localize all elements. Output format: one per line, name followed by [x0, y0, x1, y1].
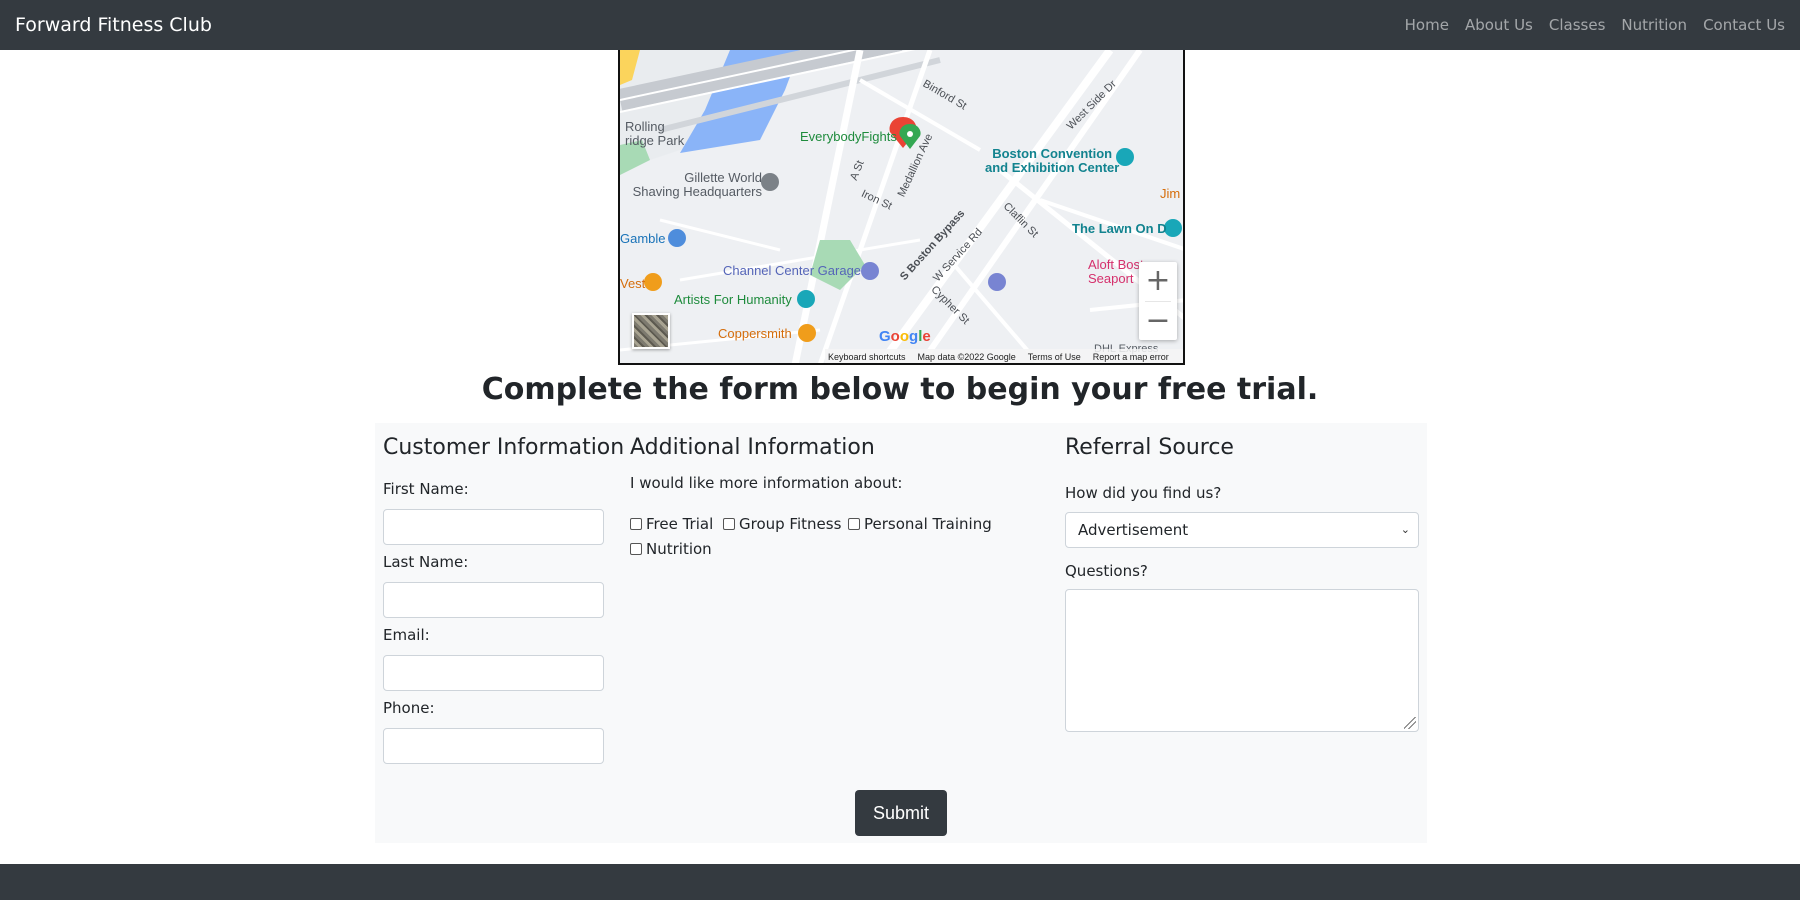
last-name-label: Last Name: [383, 553, 469, 571]
checkbox-box[interactable] [848, 518, 860, 530]
satellite-toggle-thumbnail[interactable] [632, 313, 670, 349]
map-zoom-control: + − [1139, 262, 1177, 340]
referral-source-column: Referral Source How did you find us? Adv… [1065, 423, 1420, 743]
checkbox-label: Group Fitness [739, 515, 842, 533]
email-label: Email: [383, 626, 430, 644]
additional-information-heading: Additional Information [630, 435, 875, 460]
keyboard-shortcuts-link[interactable]: Keyboard shortcuts [828, 352, 906, 362]
questions-label: Questions? [1065, 562, 1148, 580]
checkbox-label: Nutrition [646, 540, 712, 558]
map-label-west: Vest [620, 276, 646, 291]
customer-information-heading: Customer Information [383, 435, 625, 460]
map-label-coppersmith: Coppersmith [718, 326, 792, 341]
checkbox-nutrition[interactable]: Nutrition [630, 540, 712, 558]
brand-link[interactable]: Forward Fitness Club [15, 14, 212, 36]
map-label-channel-center-garage: Channel Center Garage [723, 263, 862, 278]
navbar: Forward Fitness Club Home About Us Class… [0, 0, 1800, 50]
nav-link-contact-us[interactable]: Contact Us [1703, 16, 1785, 34]
nav-link-home[interactable]: Home [1405, 16, 1449, 34]
nav-link-classes[interactable]: Classes [1549, 16, 1606, 34]
nav-link-nutrition[interactable]: Nutrition [1621, 16, 1687, 34]
footer [0, 864, 1800, 900]
how-did-you-find-us-label: How did you find us? [1065, 484, 1222, 502]
first-name-label: First Name: [383, 480, 469, 498]
google-map[interactable]: Rolling ridge Park EverybodyFights Gillet… [618, 50, 1185, 365]
report-map-error-link[interactable]: Report a map error [1093, 352, 1169, 362]
phone-label: Phone: [383, 699, 435, 717]
referral-source-heading: Referral Source [1065, 435, 1234, 460]
checkbox-personal-training[interactable]: Personal Training [848, 515, 992, 533]
referral-source-select[interactable]: Advertisement ⌄ [1065, 512, 1419, 548]
zoom-out-button[interactable]: − [1139, 302, 1177, 340]
free-trial-form: Customer Information First Name: Last Na… [375, 423, 1427, 843]
map-label-jimmy: Jim [1160, 186, 1181, 201]
nav-links: Home About Us Classes Nutrition Contact … [1405, 16, 1785, 34]
map-label-artists-for-humanity: Artists For Humanity [674, 292, 792, 307]
submit-button[interactable]: Submit [855, 790, 947, 836]
chevron-down-icon: ⌄ [1400, 523, 1410, 536]
checkbox-free-trial[interactable]: Free Trial [630, 515, 713, 533]
checkbox-group-fitness[interactable]: Group Fitness [723, 515, 841, 533]
google-logo: Google [879, 328, 931, 345]
map-label-the-lawn: The Lawn On D [1072, 221, 1167, 236]
referral-source-selected-value: Advertisement [1078, 521, 1189, 539]
last-name-input[interactable] [383, 582, 604, 618]
map-label-rolling-bridge-park: Rolling ridge Park [625, 119, 685, 148]
additional-information-column: Additional Information I would like more… [630, 423, 1030, 623]
map-label-boston-convention: Boston Convention and Exhibition Center [985, 146, 1120, 175]
page-headline: Complete the form below to begin your fr… [481, 372, 1319, 407]
customer-information-column: Customer Information First Name: Last Na… [383, 423, 624, 823]
email-input[interactable] [383, 655, 604, 691]
first-name-input[interactable] [383, 509, 604, 545]
questions-textarea[interactable] [1065, 589, 1419, 732]
nav-link-about-us[interactable]: About Us [1465, 16, 1533, 34]
checkbox-box[interactable] [630, 543, 642, 555]
resize-grip-icon[interactable] [1404, 717, 1416, 729]
map-label-gamble: Gamble [620, 231, 666, 246]
phone-input[interactable] [383, 728, 604, 764]
checkbox-box[interactable] [723, 518, 735, 530]
map-label-everybodyfights: EverybodyFights [800, 129, 897, 144]
checkbox-box[interactable] [630, 518, 642, 530]
checkbox-label: Free Trial [646, 515, 714, 533]
map-label-gillette: Gillette World Shaving Headquarters [632, 170, 762, 199]
checkbox-label: Personal Training [864, 515, 992, 533]
terms-of-use-link[interactable]: Terms of Use [1028, 352, 1081, 362]
zoom-in-button[interactable]: + [1139, 262, 1177, 300]
more-info-prompt: I would like more information about: [630, 474, 903, 492]
map-attribution-bar: Keyboard shortcuts Map data ©2022 Google… [825, 349, 1183, 363]
map-data-text: Map data ©2022 Google [917, 352, 1016, 362]
